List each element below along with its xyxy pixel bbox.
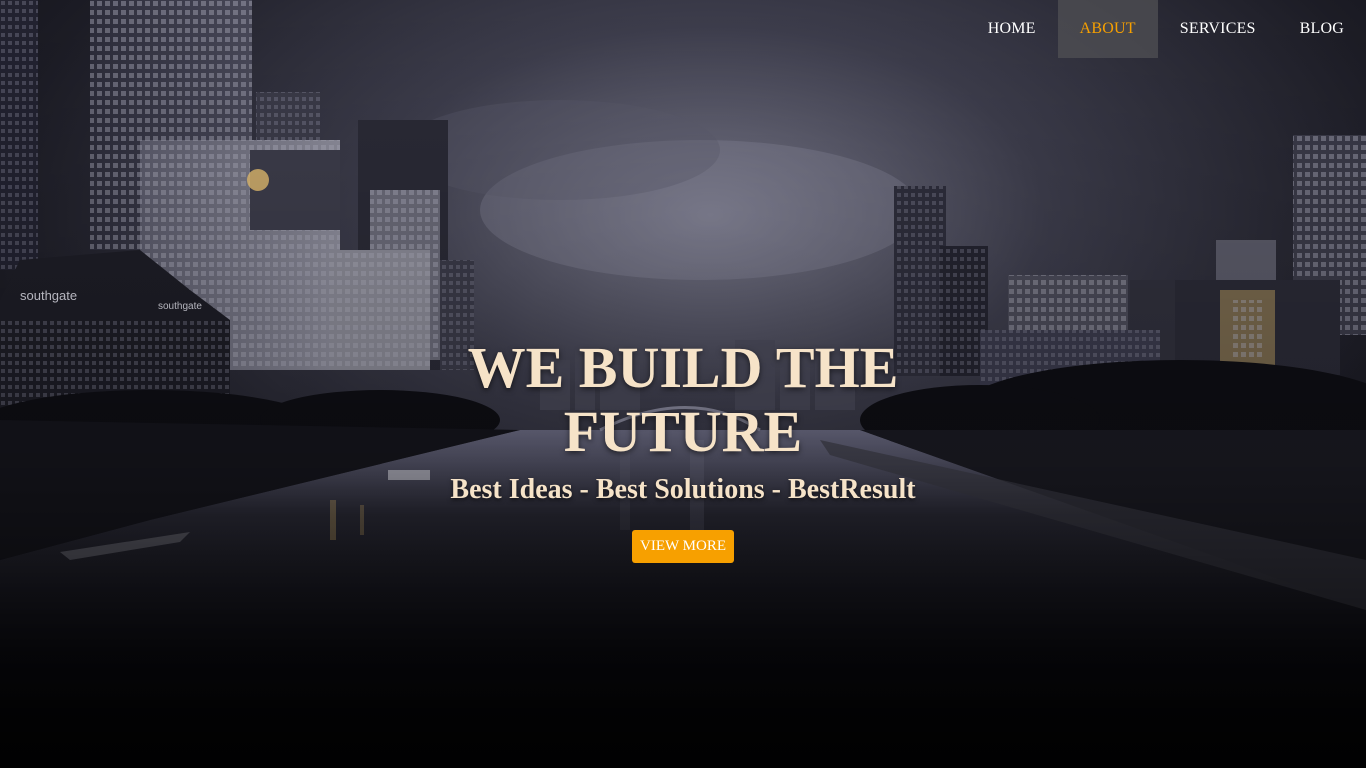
view-more-button[interactable]: VIEW MORE xyxy=(632,530,734,563)
nav-item-home[interactable]: HOME xyxy=(966,0,1058,58)
nav-item-services[interactable]: SERVICES xyxy=(1158,0,1278,58)
landing-page: southgate southgate xyxy=(0,0,1366,768)
hero-section: WE BUILD THE FUTURE Best Ideas - Best So… xyxy=(0,336,1366,563)
main-navigation: HOME ABOUT SERVICES BLOG xyxy=(966,0,1366,58)
hero-subtitle: Best Ideas - Best Solutions - BestResult xyxy=(450,474,916,505)
nav-item-blog[interactable]: BLOG xyxy=(1278,0,1366,58)
hero-title: WE BUILD THE FUTURE xyxy=(467,335,899,464)
nav-item-about[interactable]: ABOUT xyxy=(1057,0,1158,58)
